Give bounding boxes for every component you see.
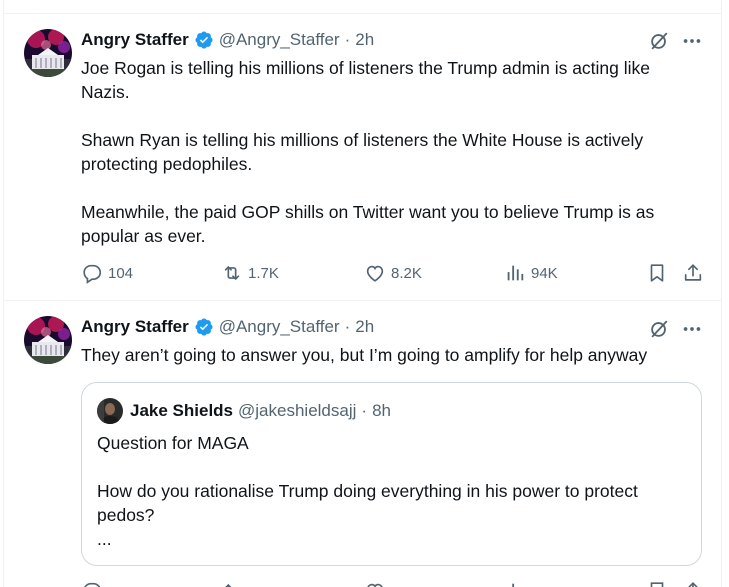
avatar[interactable] [24,316,72,364]
share-icon [688,582,698,587]
tweet-actions: 104 1.7K 8.2K 94K [81,261,711,285]
reply-icon [83,264,102,284]
tweet-header: Angry Staffer @Angry_Staffer · 2h [81,29,374,51]
timestamp[interactable]: 2h [355,317,374,337]
person-avatar-icon [97,398,123,424]
quoted-text-line: Question for MAGA [97,433,249,453]
quoted-text-line: ... [97,529,112,549]
quoted-timestamp[interactable]: 8h [372,401,391,421]
reply-icon [84,582,101,587]
grok-icon[interactable] [648,318,670,340]
repost-icon [225,583,232,587]
share-button[interactable] [682,261,709,285]
separator-dot: · [344,317,351,336]
quoted-author-name[interactable]: Jake Shields [130,401,233,421]
tweet-card[interactable]: Angry Staffer @Angry_Staffer · 2h They a… [4,302,721,587]
separator-dot: · [344,30,351,49]
bookmark-button[interactable] [646,580,664,587]
tweet-header: Angry Staffer @Angry_Staffer · 2h [81,316,374,338]
like-button[interactable] [364,580,383,587]
like-count: 8.2K [391,264,422,282]
repost-count: 1.7K [248,264,279,282]
bookmark-icon [650,264,664,282]
quoted-tweet-header: Jake Shields @jakeshieldsajj · 8h [97,398,391,424]
repost-icon [224,266,240,280]
like-icon [367,583,383,587]
quoted-author-handle[interactable]: @jakeshieldsajj [238,401,356,421]
avatar[interactable] [24,29,72,77]
bookmark-icon [650,582,664,587]
white-house-fireworks-avatar-icon [24,316,72,364]
tweet-text-paragraph: Joe Rogan is telling his millions of lis… [81,58,651,102]
views-icon [512,583,515,587]
repost-button[interactable]: 1.7K [221,261,279,285]
quoted-tweet-card[interactable]: Jake Shields @jakeshieldsajj · 8h Questi… [81,382,702,566]
share-icon [684,264,702,281]
white-house-fireworks-avatar-icon [24,29,72,77]
bookmark-button[interactable] [646,261,673,285]
reply-count: 104 [108,264,134,282]
tweet-text-paragraph: Meanwhile, the paid GOP shills on Twitte… [81,202,655,246]
quoted-text-line: How do you rationalise Trump doing every… [97,481,638,525]
views-button[interactable] [504,580,522,587]
separator-dot: · [361,401,368,420]
author-name[interactable]: Angry Staffer [81,317,189,337]
tweet-card[interactable]: Angry Staffer @Angry_Staffer · 2h Joe Ro… [4,14,721,301]
tweet-text-paragraph: Shawn Ryan is telling his millions of li… [81,130,644,174]
more-dots-icon[interactable] [681,30,703,52]
timeline-right-border [721,0,722,587]
author-handle[interactable]: @Angry_Staffer [219,317,340,337]
views-icon [507,265,524,281]
reply-button[interactable]: 104 [81,261,133,285]
views-count: 94K [531,264,558,282]
share-button[interactable] [682,580,700,587]
author-handle[interactable]: @Angry_Staffer [219,30,340,50]
reply-button[interactable] [81,580,101,587]
more-dots-icon[interactable] [681,318,703,340]
like-button[interactable]: 8.2K [364,261,422,285]
grok-icon[interactable] [648,30,670,52]
quoted-avatar[interactable] [97,398,123,424]
tweet-actions [81,580,711,587]
tweet-text-paragraph: They aren’t going to answer you, but I’m… [81,345,648,365]
repost-button[interactable] [221,580,239,587]
verified-badge-icon[interactable] [194,30,214,50]
like-icon [366,265,384,282]
verified-badge-icon[interactable] [194,317,214,337]
views-button[interactable]: 94K [504,261,558,285]
author-name[interactable]: Angry Staffer [81,30,189,50]
timestamp[interactable]: 2h [355,30,374,50]
